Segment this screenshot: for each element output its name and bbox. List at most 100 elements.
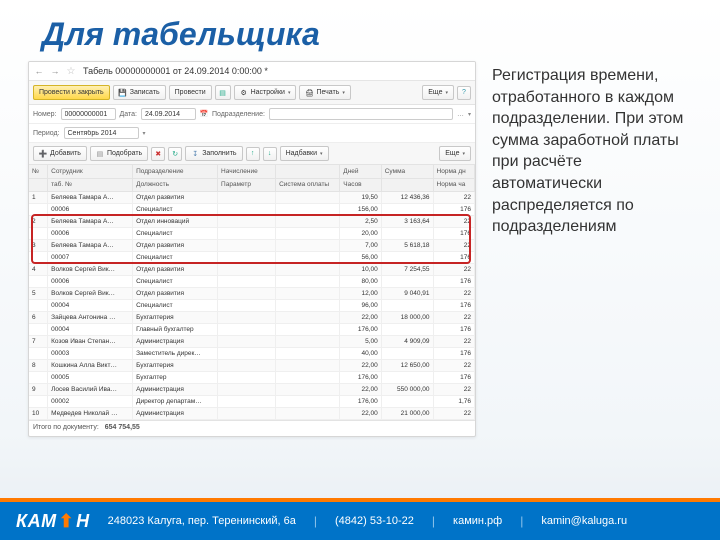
table-row[interactable]: 00004Специалист96,00176	[29, 299, 475, 311]
form-row-2: Период: ▾	[29, 124, 475, 143]
table-row[interactable]: 00006Специалист156,00176	[29, 203, 475, 215]
table-cell	[218, 263, 276, 275]
settings-button[interactable]: ⚙Настройки▾	[234, 85, 297, 100]
forward-arrow-icon[interactable]: →	[49, 65, 61, 77]
column-header[interactable]: Сотрудник	[48, 165, 133, 178]
table-cell: Специалист	[133, 275, 218, 287]
table-row[interactable]: 5Волков Сергей Вик…Отдел развития12,009 …	[29, 287, 475, 299]
table-cell: Медведев Николай …	[48, 407, 133, 419]
table-cell: Отдел развития	[133, 287, 218, 299]
move-up-button[interactable]: ↑	[246, 147, 260, 161]
table-row[interactable]: 3Беляева Тамара А…Отдел развития7,005 61…	[29, 239, 475, 251]
table-row[interactable]: 00005Бухгалтер176,00176	[29, 371, 475, 383]
rows-more-button[interactable]: Еще▾	[439, 146, 471, 161]
table-cell	[29, 371, 48, 383]
post-and-close-button[interactable]: Провести и закрыть	[33, 85, 110, 100]
table-cell: 176	[433, 203, 474, 215]
subdivision-input[interactable]	[269, 108, 453, 120]
table-cell	[276, 215, 340, 227]
table-row[interactable]: 1Беляева Тамара А…Отдел развития19,5012 …	[29, 191, 475, 203]
table-cell: 12,00	[340, 287, 381, 299]
column-header[interactable]: Начисление	[218, 165, 276, 178]
print-button[interactable]: 🖨Печать▾	[299, 85, 350, 100]
table-cell	[276, 191, 340, 203]
table-cell	[218, 275, 276, 287]
table-row[interactable]: 00006Специалист20,00176	[29, 227, 475, 239]
main-toolbar: Провести и закрыть 💾Записать Провести ▤ …	[29, 81, 475, 105]
table-cell: 00004	[48, 299, 133, 311]
post-button[interactable]: Провести	[169, 85, 212, 100]
column-header[interactable]: Сумма	[381, 165, 433, 178]
delete-button[interactable]: ✖	[151, 147, 165, 161]
table-row[interactable]: 6Зайцева Антонина …Бухгалтерия22,0018 00…	[29, 311, 475, 323]
table-row[interactable]: 00003Заместитель дирек…40,00176	[29, 347, 475, 359]
table-cell: Специалист	[133, 251, 218, 263]
table-row[interactable]: 9Лосев Василий Ива…Администрация22,00550…	[29, 383, 475, 395]
table-row[interactable]: 00006Специалист80,00176	[29, 275, 475, 287]
recalc-button[interactable]: ↻	[168, 147, 182, 161]
footer-address: 248023 Калуга, пер. Теренинский, 6а	[108, 515, 296, 527]
report-button[interactable]: ▤	[215, 85, 231, 100]
table-cell	[276, 395, 340, 407]
column-subheader: Система оплаты	[276, 178, 340, 191]
document-title: Табель 00000000001 от 24.09.2014 0:00:00…	[83, 66, 268, 76]
table-cell: 00006	[48, 227, 133, 239]
back-arrow-icon[interactable]: ←	[33, 65, 45, 77]
column-header[interactable]	[276, 165, 340, 178]
table-cell: Бухгалтерия	[133, 311, 218, 323]
move-down-button[interactable]: ↓	[263, 147, 277, 161]
column-header[interactable]: Подразделение	[133, 165, 218, 178]
table-cell: 9 040,91	[381, 287, 433, 299]
table-cell: 40,00	[340, 347, 381, 359]
table-cell	[381, 323, 433, 335]
table-row[interactable]: 00002Директор департам…176,001,76	[29, 395, 475, 407]
bonus-button[interactable]: Надбавки▾	[280, 146, 329, 161]
help-button[interactable]: ?	[457, 86, 471, 100]
calendar-icon[interactable]: 📅	[200, 110, 208, 118]
table-cell: Отдел инноваций	[133, 215, 218, 227]
table-cell: Кошкина Алла Викт…	[48, 359, 133, 371]
table-row[interactable]: 00004Главный бухгалтер176,00176	[29, 323, 475, 335]
favorite-star-icon[interactable]: ☆	[65, 65, 77, 77]
pick-button[interactable]: ▤Подобрать	[90, 146, 148, 161]
table-row[interactable]: 10Медведев Николай …Администрация22,0021…	[29, 407, 475, 419]
table-cell: Специалист	[133, 203, 218, 215]
date-label: Дата:	[120, 111, 137, 118]
table-row[interactable]: 2Беляева Тамара А…Отдел инноваций2,503 1…	[29, 215, 475, 227]
table-cell: 00006	[48, 275, 133, 287]
period-input[interactable]	[64, 127, 139, 139]
timesheet-table: №СотрудникПодразделениеНачисление ДнейСум…	[29, 165, 475, 420]
print-icon: 🖨	[305, 89, 313, 97]
slide-side-text: Регистрация времени, отработанного в каж…	[476, 61, 684, 238]
table-row[interactable]: 7Козов Иван Степан…Администрация5,004 90…	[29, 335, 475, 347]
table-row[interactable]: 00007Специалист56,00176	[29, 251, 475, 263]
table-cell: 22	[433, 311, 474, 323]
gear-icon: ⚙	[240, 89, 248, 97]
column-subheader	[381, 178, 433, 191]
column-header[interactable]: №	[29, 165, 48, 178]
report-icon: ▤	[219, 89, 227, 97]
fill-button[interactable]: ↧Заполнить	[185, 146, 242, 161]
table-cell: 10	[29, 407, 48, 419]
document-footer: Итого по документу: 654 754,55	[29, 420, 475, 434]
table-row[interactable]: 4Волков Сергей Вик…Отдел развития10,007 …	[29, 263, 475, 275]
save-button[interactable]: 💾Записать	[113, 85, 166, 100]
table-cell: 10,00	[340, 263, 381, 275]
table-cell: 80,00	[340, 275, 381, 287]
add-button[interactable]: ➕Добавить	[33, 146, 87, 161]
more-button[interactable]: Еще▾	[422, 85, 454, 100]
table-row[interactable]: 8Кошкина Алла Викт…Бухгалтерия22,0012 65…	[29, 359, 475, 371]
table-cell: Администрация	[133, 383, 218, 395]
date-input[interactable]	[141, 108, 196, 120]
table-cell	[29, 299, 48, 311]
column-header[interactable]: Норма дн	[433, 165, 474, 178]
table-cell	[276, 299, 340, 311]
table-cell	[218, 191, 276, 203]
table-cell	[381, 347, 433, 359]
table-cell	[381, 251, 433, 263]
save-icon: 💾	[119, 89, 127, 97]
column-header[interactable]: Дней	[340, 165, 381, 178]
number-input[interactable]	[61, 108, 116, 120]
table-cell: 7 254,55	[381, 263, 433, 275]
table-cell: 1,76	[433, 395, 474, 407]
